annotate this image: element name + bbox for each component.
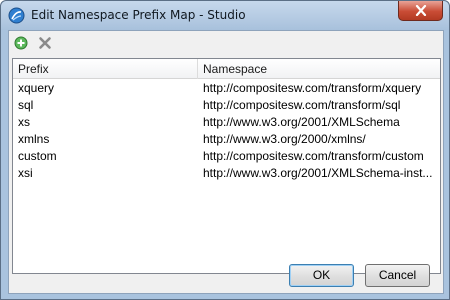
prefix-cell: xsi — [18, 166, 33, 180]
close-button[interactable] — [398, 1, 443, 21]
table-row[interactable]: xs http://www.w3.org/2001/XMLSchema — [13, 114, 440, 131]
dialog-window: Edit Namespace Prefix Map - Studio Prefi… — [0, 0, 450, 300]
prefix-cell: custom — [18, 149, 57, 163]
table-row[interactable]: sql http://compositesw.com/transform/sql — [13, 97, 440, 114]
add-circle-icon[interactable] — [14, 36, 28, 50]
dialog-content: Prefix Namespace xquery http://composite… — [8, 30, 444, 294]
table-body: xquery http://compositesw.com/transform/… — [13, 80, 440, 182]
column-header-prefix[interactable]: Prefix — [13, 59, 198, 79]
namespace-cell: http://compositesw.com/transform/custom — [203, 149, 424, 163]
namespace-cell: http://www.w3.org/2001/XMLSchema — [203, 115, 400, 129]
table-row[interactable]: custom http://compositesw.com/transform/… — [13, 148, 440, 165]
prefix-cell: xmlns — [18, 132, 50, 146]
prefix-cell: sql — [18, 98, 34, 112]
prefix-map-table: Prefix Namespace xquery http://composite… — [12, 58, 441, 274]
table-header: Prefix Namespace — [13, 59, 440, 79]
ok-button[interactable]: OK — [289, 264, 354, 287]
column-header-namespace[interactable]: Namespace — [198, 59, 440, 79]
prefix-cell: xquery — [18, 81, 55, 95]
close-icon — [415, 5, 427, 16]
namespace-cell: http://compositesw.com/transform/sql — [203, 98, 401, 112]
window-title: Edit Namespace Prefix Map - Studio — [31, 8, 246, 22]
table-row[interactable]: xquery http://compositesw.com/transform/… — [13, 80, 440, 97]
namespace-cell: http://www.w3.org/2001/XMLSchema-inst... — [203, 166, 433, 180]
namespace-cell: http://compositesw.com/transform/xquery — [203, 81, 422, 95]
namespace-cell: http://www.w3.org/2000/xmlns/ — [203, 132, 366, 146]
studio-app-icon — [8, 7, 25, 24]
prefix-cell: xs — [18, 115, 30, 129]
title-bar[interactable]: Edit Namespace Prefix Map - Studio — [1, 1, 449, 30]
cancel-button[interactable]: Cancel — [365, 264, 430, 287]
table-row[interactable]: xmlns http://www.w3.org/2000/xmlns/ — [13, 131, 440, 148]
table-row[interactable]: xsi http://www.w3.org/2001/XMLSchema-ins… — [13, 165, 440, 182]
delete-x-icon[interactable] — [38, 36, 52, 50]
